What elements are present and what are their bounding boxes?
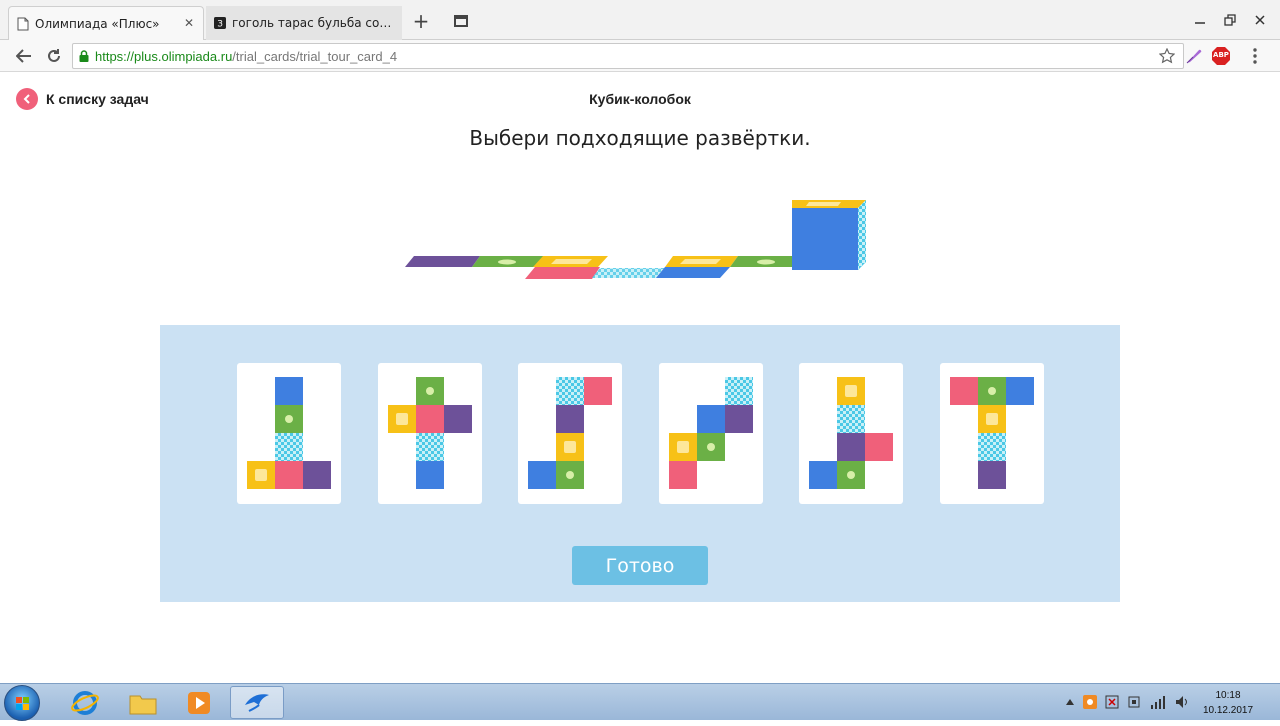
browser-tab-bar: Олимпиада «Плюс» ✕ З гоголь тарас бульба… [0, 0, 1280, 40]
option-card-4[interactable] [659, 363, 763, 504]
tray-flag-icon[interactable] [1104, 694, 1120, 710]
restore-icon[interactable] [1220, 10, 1240, 30]
net-cell-red [416, 405, 444, 433]
net-cell-blue [528, 461, 556, 489]
net-cell-check [275, 433, 303, 461]
net-cell-green [978, 377, 1006, 405]
option-card-1[interactable] [237, 363, 341, 504]
net-cell-check [837, 405, 865, 433]
tab-title: Олимпиада «Плюс» [35, 16, 160, 31]
tray-network-icon[interactable] [1150, 694, 1166, 710]
tab-search-icon[interactable] [446, 8, 476, 34]
adblock-label: ABP [1213, 51, 1229, 59]
page-content: К списку задач Кубик-колобок Выбери подх… [0, 73, 1280, 683]
adblock-icon[interactable]: ABP [1211, 46, 1231, 66]
browser-toolbar: https://plus.olimpiada.ru/trial_cards/tr… [0, 40, 1280, 72]
net-cell-yellow [556, 433, 584, 461]
net-cell-blue [809, 461, 837, 489]
clock-date: 10.12.2017 [1202, 705, 1254, 716]
tray-app-icon[interactable] [1082, 694, 1098, 710]
option-card-3[interactable] [518, 363, 622, 504]
cube-front [792, 208, 858, 270]
lock-icon [79, 50, 89, 62]
net-cell-yellow [669, 433, 697, 461]
strip-face-blue [656, 267, 730, 278]
net-cell-yellow [247, 461, 275, 489]
address-bar[interactable]: https://plus.olimpiada.ru/trial_cards/tr… [72, 43, 1184, 69]
net-cell-check [978, 433, 1006, 461]
task-prompt: Выбери подходящие развёртки. [469, 126, 811, 150]
net-cell-blue [275, 377, 303, 405]
star-icon[interactable] [1157, 46, 1177, 66]
tab-title: гоголь тарас бульба сочинение [232, 16, 392, 30]
feather-icon[interactable] [1184, 46, 1204, 66]
tray-device-icon[interactable] [1126, 694, 1142, 710]
card-title: Кубик-колобок [589, 91, 691, 107]
net-cell-blue [416, 461, 444, 489]
net-cell-yellow [388, 405, 416, 433]
net-cell-purple [978, 461, 1006, 489]
strip-face-red [525, 267, 600, 279]
strip-face-purple [405, 256, 480, 267]
tray-arrow-icon[interactable] [1062, 694, 1078, 710]
ie-icon[interactable] [58, 686, 112, 719]
net-cell-purple [556, 405, 584, 433]
tab-olimpiada[interactable]: Олимпиада «Плюс» ✕ [8, 6, 204, 40]
net-cell-green [837, 461, 865, 489]
net-cell-blue [1006, 377, 1034, 405]
system-clock[interactable]: 10:18 10.12.2017 [1196, 688, 1260, 718]
done-button[interactable]: Готово [572, 546, 708, 585]
net-cell-red [865, 433, 893, 461]
new-tab-button[interactable]: + [406, 8, 436, 34]
windows-logo-icon [16, 697, 29, 710]
net-cell-green [697, 433, 725, 461]
reload-icon[interactable] [42, 44, 66, 68]
net-cell-blue [697, 405, 725, 433]
back-arrow-icon[interactable] [12, 44, 36, 68]
yandex-z-icon: З [214, 16, 226, 30]
menu-icon[interactable] [1245, 46, 1265, 66]
net-cell-check [725, 377, 753, 405]
net-cell-green [416, 377, 444, 405]
media-player-icon[interactable] [172, 686, 226, 719]
url-host: https://plus.olimpiada.ru [95, 48, 233, 64]
tab-search[interactable]: З гоголь тарас бульба сочинение [206, 6, 402, 40]
windows-taskbar: 10:18 10.12.2017 [0, 683, 1280, 721]
option-card-6[interactable] [940, 363, 1044, 504]
net-cell-check [416, 433, 444, 461]
strip-faces [405, 256, 798, 279]
net-cell-red [669, 461, 697, 489]
svg-text:З: З [217, 19, 223, 29]
url-path: /trial_cards/trial_tour_card_4 [232, 48, 398, 64]
net-cell-red [584, 377, 612, 405]
option-card-2[interactable] [378, 363, 482, 504]
page-icon [17, 17, 29, 31]
net-cell-purple [837, 433, 865, 461]
net-cell-yellow [837, 377, 865, 405]
net-cell-yellow [978, 405, 1006, 433]
start-button[interactable] [4, 685, 40, 721]
minimize-icon[interactable] [1190, 10, 1210, 30]
net-cell-red [275, 461, 303, 489]
explorer-icon[interactable] [116, 686, 170, 719]
net-cell-green [275, 405, 303, 433]
net-cell-purple [444, 405, 472, 433]
close-window-icon[interactable] [1250, 10, 1270, 30]
net-cell-purple [725, 405, 753, 433]
net-cell-purple [303, 461, 331, 489]
rolling-cube [792, 200, 866, 270]
app-bird-icon[interactable] [230, 686, 284, 719]
answer-options-panel: Готово [160, 325, 1120, 602]
net-cell-red [950, 377, 978, 405]
close-icon[interactable]: ✕ [183, 16, 195, 30]
cube-roll-illustration [405, 200, 866, 279]
net-cell-check [556, 377, 584, 405]
option-card-5[interactable] [799, 363, 903, 504]
clock-time: 10:18 [1215, 690, 1241, 701]
net-cell-green [556, 461, 584, 489]
tray-volume-icon[interactable] [1174, 694, 1190, 710]
